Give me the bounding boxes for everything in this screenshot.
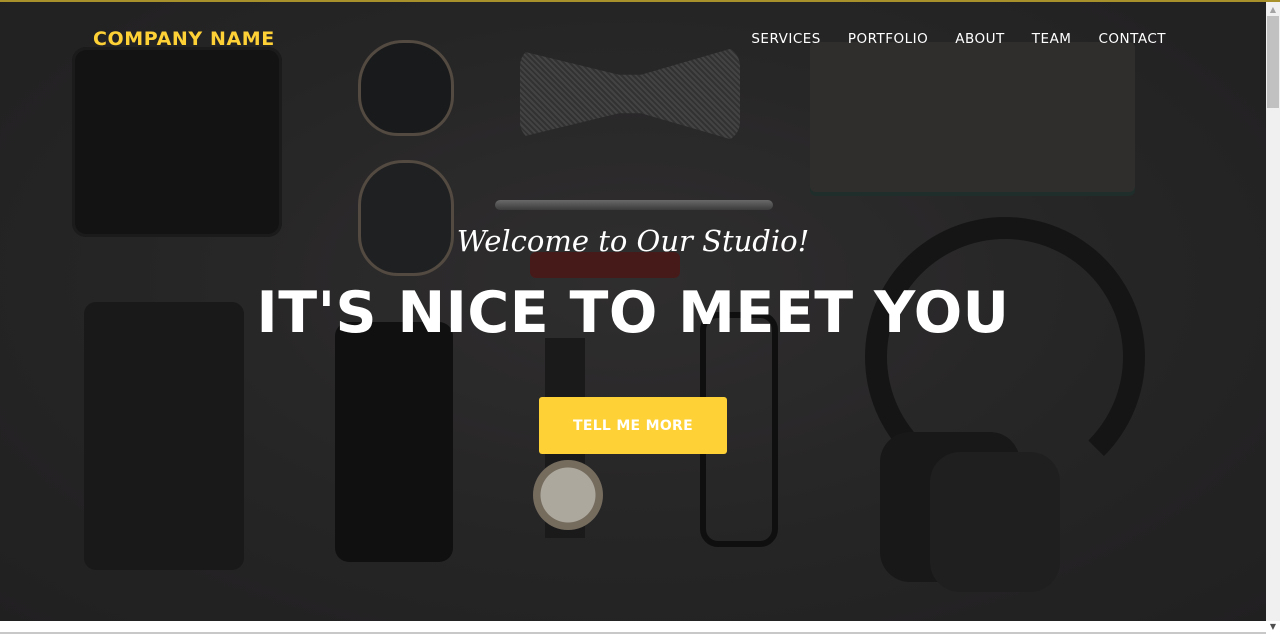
nav-link-portfolio[interactable]: PORTFOLIO <box>848 31 928 47</box>
nav-link-contact[interactable]: CONTACT <box>1098 31 1166 47</box>
vertical-scrollbar[interactable]: ▲ <box>1266 2 1280 621</box>
hero-subheading: Welcome to Our Studio! <box>456 224 810 258</box>
scrollbar-thumb[interactable] <box>1267 16 1279 108</box>
nav-link-about[interactable]: ABOUT <box>955 31 1005 47</box>
brand-logo-link[interactable]: COMPANY NAME <box>93 28 275 50</box>
nav-link-team[interactable]: TEAM <box>1032 31 1072 47</box>
scroll-up-arrow-icon[interactable]: ▲ <box>1266 4 1280 16</box>
main-navigation: SERVICES PORTFOLIO ABOUT TEAM CONTACT <box>724 31 1166 47</box>
hero-heading: IT'S NICE TO MEET YOU <box>256 280 1010 346</box>
nav-link-services[interactable]: SERVICES <box>751 31 820 47</box>
tell-me-more-button[interactable]: TELL ME MORE <box>539 397 727 454</box>
page-bottom-strip <box>0 621 1266 634</box>
hero-section: COMPANY NAME SERVICES PORTFOLIO ABOUT TE… <box>0 2 1266 621</box>
scroll-down-arrow-icon[interactable]: ▼ <box>1266 621 1280 633</box>
